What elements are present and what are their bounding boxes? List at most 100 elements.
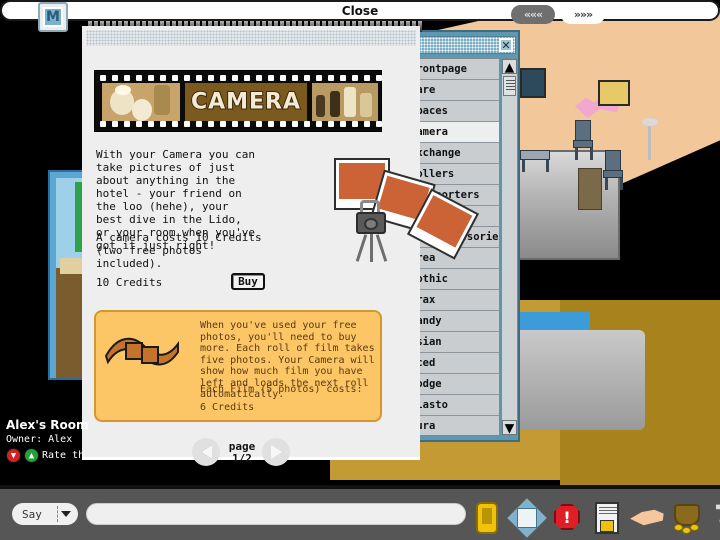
film-perforation [352, 121, 358, 127]
film-perforation [280, 75, 286, 81]
bookshelf-icon [520, 68, 546, 98]
category-scrollbar[interactable]: ▲ ▼ [501, 57, 518, 437]
film-perforation [232, 121, 238, 127]
film-perforation [220, 121, 226, 127]
banner-title: CAMERA [190, 89, 302, 116]
film-perforation [196, 75, 202, 81]
film-perforation [124, 75, 130, 81]
film-perforation [148, 75, 154, 81]
film-roll-icon [104, 330, 180, 378]
film-perforation [208, 121, 214, 127]
catalogue-page: CAMERA With your Camera you can take pic… [82, 26, 480, 466]
catalogue-window: CAMERA With your Camera you can take pic… [82, 10, 480, 466]
film-perforation [364, 121, 370, 127]
film-perforation [340, 121, 346, 127]
camera-lens-icon [364, 218, 378, 230]
film-perforation [172, 121, 178, 127]
film-perforation [232, 75, 238, 81]
page-next-button[interactable] [262, 438, 290, 466]
film-perforation [112, 75, 118, 81]
scrollbar-thumb[interactable] [503, 76, 516, 96]
page-previous-button[interactable] [192, 438, 220, 466]
chair-seat [603, 170, 623, 178]
speaker-icon[interactable]: ? [710, 498, 720, 538]
chat-input[interactable] [86, 503, 466, 525]
film-perforation [184, 75, 190, 81]
arrow-left-icon [200, 445, 212, 459]
film-perforation [244, 121, 250, 127]
film-perforation [100, 75, 106, 81]
habbo-client-screen: Alex's Room Owner: Alex ▼ ▲ Rate th M ««… [0, 0, 720, 540]
film-perforation [364, 75, 370, 81]
scroll-down-icon[interactable]: ▼ [502, 418, 517, 437]
tripod-leg [370, 234, 373, 262]
chat-mode-select[interactable]: Say [12, 503, 78, 525]
film-perforation [376, 121, 382, 127]
thumbs-up-icon[interactable]: ▲ [24, 448, 39, 463]
purse-icon[interactable] [670, 498, 704, 538]
film-perforation [220, 75, 226, 81]
scroll-up-icon[interactable]: ▲ [502, 57, 517, 76]
film-perforation [160, 121, 166, 127]
film-perforation [184, 121, 190, 127]
banner-title-frame: CAMERA [185, 83, 307, 121]
film-info-box: When you've used your free photos, you'l… [94, 310, 382, 422]
table-leg [522, 160, 525, 172]
nav-previous-button[interactable]: ««« [511, 5, 555, 24]
film-perforation [292, 75, 298, 81]
hotel-logo-button[interactable]: M [38, 2, 68, 32]
film-perforation [208, 75, 214, 81]
room-rate-row[interactable]: ▼ ▲ Rate th [6, 448, 89, 463]
catalogue-banner: CAMERA [94, 70, 382, 132]
room-owner: Owner: Alex [6, 434, 73, 445]
film-perforation [172, 75, 178, 81]
hand-icon[interactable] [630, 498, 664, 538]
tripod-leg [375, 234, 388, 262]
table-leg [546, 160, 549, 172]
film-perforations-top [95, 74, 383, 82]
page-top-strip [86, 30, 416, 46]
page-navigation: page 1/2 [82, 434, 420, 476]
film-perforation [136, 75, 142, 81]
room-info: Alex's Room Owner: Alex ▼ ▲ Rate th [6, 418, 89, 463]
product-image [334, 154, 480, 266]
film-perforation [328, 75, 334, 81]
thumbs-down-icon[interactable]: ▼ [6, 448, 21, 463]
film-perforation [268, 75, 274, 81]
chat-mode-label: Say [22, 507, 42, 521]
film-cost-label: Each Film (5 photos) costs: [200, 384, 363, 395]
nav-next-button[interactable]: »»» [561, 5, 605, 24]
chevron-down-icon [61, 511, 71, 517]
film-perforation [244, 75, 250, 81]
film-perforation [376, 75, 382, 81]
arrow-right-icon [270, 445, 282, 459]
table-top [520, 150, 550, 160]
console-icon[interactable] [507, 498, 547, 538]
film-perforation [148, 121, 154, 127]
film-price: 6 Credits [200, 402, 255, 413]
category-panel-titlebar: ✕ [404, 36, 516, 54]
film-perforation [268, 121, 274, 127]
buy-camera-button[interactable]: Buy [231, 273, 265, 290]
chair-seat [573, 140, 593, 148]
product-description-secondary: A camera costs 10 Credits (two free phot… [96, 231, 269, 270]
bookcase[interactable] [578, 168, 602, 210]
chair-back [575, 120, 591, 142]
chair-leg [620, 178, 623, 190]
poster-icon [598, 80, 630, 106]
phone-icon[interactable] [470, 498, 504, 538]
film-perforations-bottom [95, 120, 383, 128]
room-wall-lower [56, 268, 82, 378]
catalogue-icon[interactable] [590, 498, 624, 538]
close-button[interactable]: Close [0, 0, 720, 21]
hotel-logo-letter: M [43, 7, 63, 27]
film-perforation [280, 121, 286, 127]
film-perforation [328, 121, 334, 127]
alert-icon[interactable]: ! [550, 498, 584, 538]
close-icon[interactable]: ✕ [499, 38, 513, 52]
room-name: Alex's Room [6, 418, 89, 432]
tripod-leg [355, 234, 368, 262]
chair-leg [605, 178, 608, 190]
select-divider [57, 506, 58, 522]
chair-leg [590, 148, 593, 160]
